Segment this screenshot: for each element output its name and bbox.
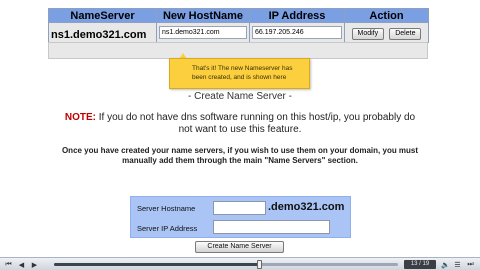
delete-button[interactable]: Delete (389, 27, 422, 40)
domain-suffix: .demo321.com (268, 201, 345, 213)
volume-icon[interactable]: 🔈 (440, 259, 451, 270)
callout-text: That's it! The new Nameserver has been c… (192, 65, 293, 81)
nameserver-table: NameServer New HostName IP Address Actio… (48, 8, 429, 43)
progress-fill (54, 263, 261, 266)
header-action: Action (344, 8, 429, 23)
hostname-cell: ns1.demo321.com (156, 22, 250, 43)
nameserver-name: ns1.demo321.com (51, 29, 147, 41)
progress-track[interactable] (54, 260, 398, 269)
create-nameserver-form: Server Hostname .demo321.com Server IP A… (130, 196, 351, 238)
header-new-hostname: New HostName (156, 8, 250, 23)
play-icon[interactable]: ▶ (29, 259, 40, 270)
note-paragraph: NOTE: If you do not have dns software ru… (60, 112, 420, 136)
new-hostname-input[interactable]: ns1.demo321.com (159, 26, 247, 39)
skip-end-icon[interactable]: ⏭ (465, 259, 476, 270)
slide-counter: 13 / 19 (404, 260, 436, 269)
menu-icon[interactable]: ☰ (452, 259, 463, 270)
action-cell: Modify Delete (344, 22, 429, 43)
skip-back-icon[interactable]: ⏮ (3, 259, 14, 270)
progress-thumb[interactable] (257, 260, 263, 269)
ip-cell: 66.197.205.246 (249, 22, 345, 43)
table-footer-bar (48, 42, 428, 59)
server-hostname-input[interactable] (213, 201, 266, 215)
ip-address-input[interactable]: 66.197.205.246 (252, 26, 342, 39)
table-row: ns1.demo321.com ns1.demo321.com 66.197.2… (48, 22, 429, 43)
header-ip-address: IP Address (249, 8, 345, 23)
video-player-bar: ⏮ ◀ ▶ 13 / 19 🔈 ☰ ⏭ (0, 257, 480, 270)
step-back-icon[interactable]: ◀ (16, 259, 27, 270)
server-hostname-label: Server Hostname (137, 204, 196, 213)
modify-button[interactable]: Modify (351, 27, 385, 40)
create-name-server-button[interactable]: Create Name Server (195, 241, 284, 253)
nameserver-cell: ns1.demo321.com (48, 22, 157, 43)
section-title: - Create Name Server - (188, 91, 292, 102)
header-nameserver: NameServer (48, 8, 157, 23)
server-ip-input[interactable] (213, 220, 330, 234)
note-label: NOTE: (64, 112, 96, 123)
server-ip-label: Server IP Address (137, 224, 198, 233)
info-paragraph: Once you have created your name servers,… (61, 146, 419, 165)
note-text: If you do not have dns software running … (98, 112, 416, 135)
table-header-row: NameServer New HostName IP Address Actio… (48, 8, 429, 23)
tutorial-callout: That's it! The new Nameserver has been c… (169, 58, 310, 89)
